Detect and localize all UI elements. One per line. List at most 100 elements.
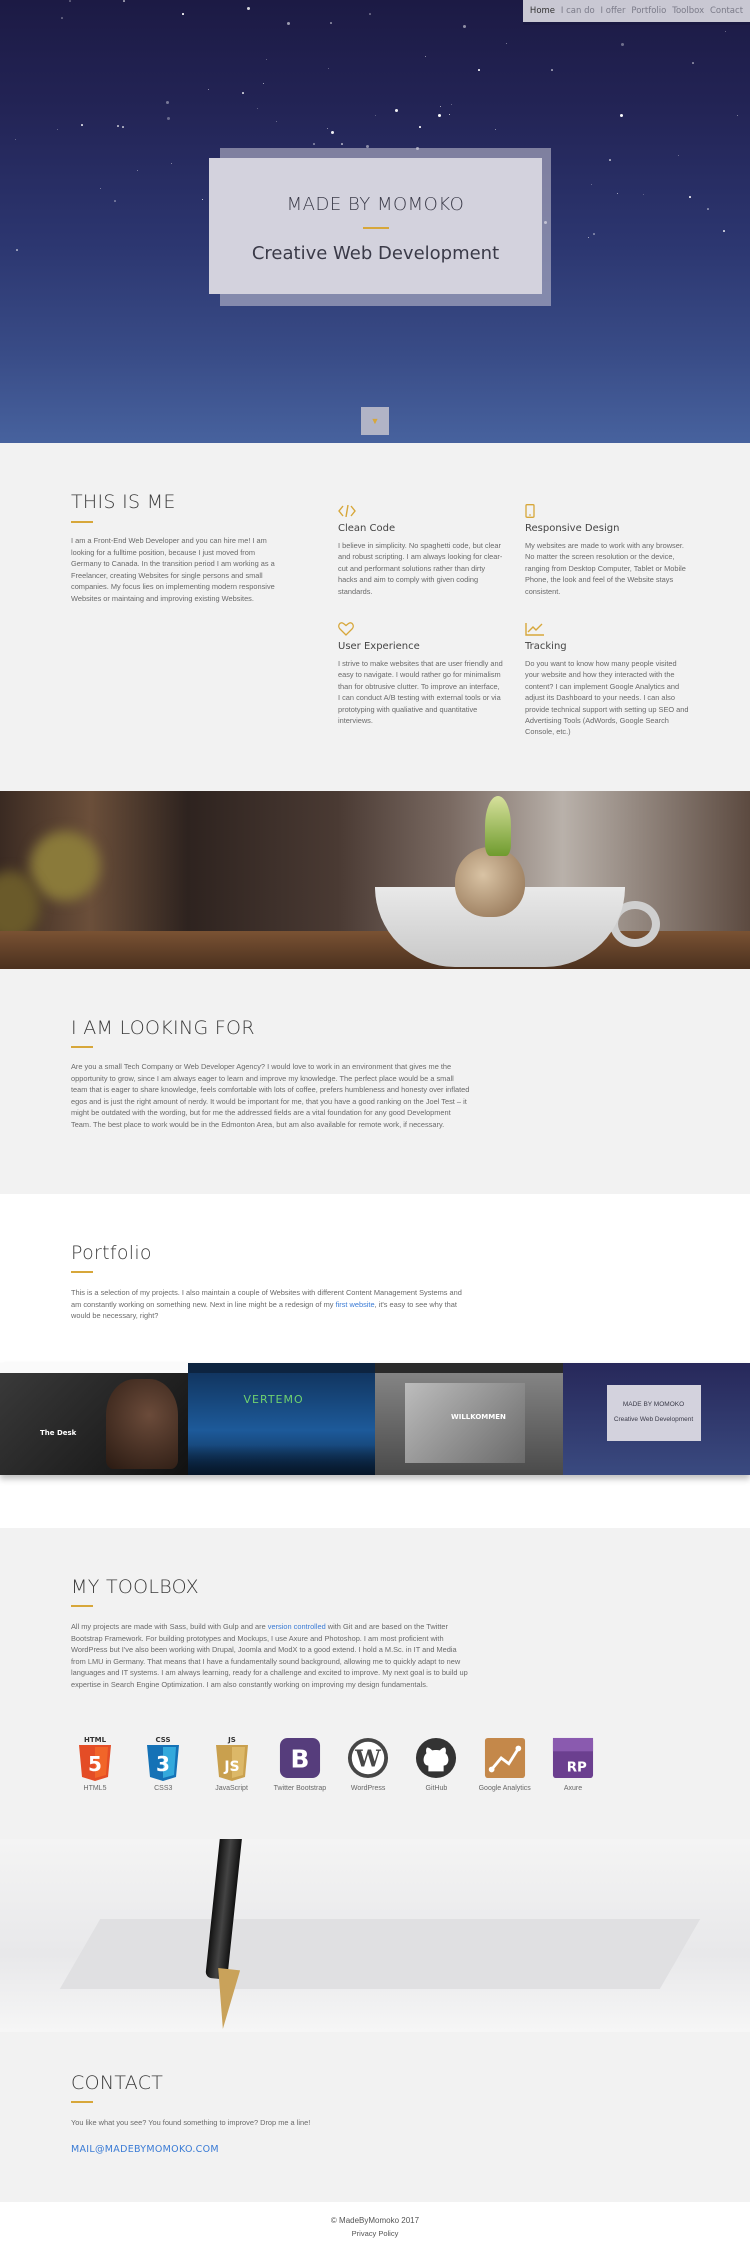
version-controlled-link[interactable]: version controlled <box>268 1622 326 1631</box>
shot-crowd <box>187 1445 375 1475</box>
feature-title: Clean Code <box>338 523 396 534</box>
footer: © MadeByMomoko 2017 Privacy Policy <box>0 2202 750 2249</box>
tool-name: JavaScript <box>215 1785 248 1792</box>
looking-heading: I AM LOOKING FOR <box>71 1017 255 1039</box>
star <box>276 121 277 122</box>
nav-portfolio[interactable]: Portfolio <box>631 6 666 16</box>
nav-contact[interactable]: Contact <box>710 6 743 16</box>
portfolio-shot-made-by-momoko[interactable]: MADE BY MOMOKO Creative Web Development <box>562 1363 750 1475</box>
svg-text:B: B <box>290 1745 309 1774</box>
plant-sprout <box>485 796 511 856</box>
svg-text:5: 5 <box>88 1752 102 1776</box>
shot-navbar <box>0 1363 188 1373</box>
github-icon <box>415 1735 457 1781</box>
pen-nib <box>211 1968 241 2030</box>
star <box>167 117 170 120</box>
contact-heading: CONTACT <box>71 2072 164 2094</box>
mobile-icon <box>525 503 690 519</box>
star <box>463 25 466 28</box>
tool-name: Google Analytics <box>478 1785 531 1792</box>
portfolio-shot-vertemo[interactable]: VERTEMO <box>187 1363 375 1475</box>
plant-photo <box>0 791 750 969</box>
star <box>621 43 624 46</box>
first-website-link[interactable]: first website <box>336 1300 375 1309</box>
about-text: I am a Front-End Web Developer and you c… <box>71 536 275 603</box>
wordpress-icon: W <box>347 1735 389 1781</box>
feature-tracking: Tracking Do you want to know how many pe… <box>525 621 690 738</box>
tool-google-analytics: Google Analytics <box>474 1735 536 1795</box>
star <box>506 43 507 44</box>
feature-clean-code: Clean Code I believe in simplicity. No s… <box>338 503 503 597</box>
star <box>313 143 315 145</box>
hero-section: MADE BY MOMOKO Creative Web Development … <box>0 0 750 443</box>
svg-text:JS: JS <box>227 1736 236 1744</box>
tool-name: HTML5 <box>83 1785 107 1792</box>
chevron-down-icon: ▼ <box>370 416 380 426</box>
privacy-policy-link[interactable]: Privacy Policy <box>0 2229 750 2238</box>
pen-photo <box>0 1839 750 2032</box>
star <box>16 249 18 251</box>
portfolio-shot-willkommen[interactable]: WILLKOMMEN <box>375 1363 563 1475</box>
feature-text: Do you want to know how many people visi… <box>525 659 689 737</box>
star <box>331 131 334 134</box>
tool-axure: RP Axure <box>542 1735 604 1795</box>
shot-navbar <box>375 1363 563 1373</box>
contact-heading-underline <box>71 2101 93 2103</box>
contact-text: You like what you see? You found somethi… <box>71 2118 311 2127</box>
javascript-icon: JS JS <box>211 1735 253 1781</box>
shot-subtitle: Creative Web Development <box>613 1416 694 1423</box>
nav-i-can-do[interactable]: I can do <box>561 6 595 16</box>
hero-box: MADE BY MOMOKO Creative Web Development <box>209 158 542 294</box>
star <box>117 125 119 127</box>
star <box>591 184 592 185</box>
shot-label: The Desk <box>40 1429 77 1437</box>
tool-name: CSS3 <box>154 1785 173 1792</box>
looking-heading-underline <box>71 1046 93 1048</box>
portfolio-section: Portfolio This is a selection of my proj… <box>0 1194 750 1528</box>
star <box>15 139 16 140</box>
star <box>375 115 376 116</box>
toolbox-text: All my projects are made with Sass, buil… <box>71 1621 471 1691</box>
svg-text:3: 3 <box>156 1752 170 1776</box>
bootstrap-icon: B <box>279 1735 321 1781</box>
tool-name: GitHub <box>425 1785 448 1792</box>
feature-user-experience: User Experience I strive to make website… <box>338 621 503 726</box>
star <box>247 7 250 10</box>
star <box>208 89 209 90</box>
star <box>341 143 343 145</box>
svg-text:JS: JS <box>223 1759 239 1775</box>
axure-icon: RP <box>552 1735 594 1781</box>
nav-toolbox[interactable]: Toolbox <box>672 6 704 16</box>
css3-icon: CSS 3 <box>142 1735 184 1781</box>
star <box>588 237 589 238</box>
tool-name: Twitter Bootstrap <box>273 1785 327 1792</box>
feature-responsive-design: Responsive Design My websites are made t… <box>525 503 690 597</box>
star <box>617 193 618 194</box>
shot-label: WILLKOMMEN <box>451 1413 506 1421</box>
star <box>266 59 267 60</box>
star <box>171 163 172 164</box>
shot-title: MADE BY MOMOKO <box>622 1401 685 1408</box>
svg-text:RP: RP <box>567 1760 587 1775</box>
portfolio-text: This is a selection of my projects. I al… <box>71 1287 471 1322</box>
nav-home[interactable]: Home <box>530 6 555 16</box>
star <box>707 208 709 210</box>
star <box>609 159 611 161</box>
scroll-down-button[interactable]: ▼ <box>361 407 389 435</box>
star <box>242 92 244 94</box>
portfolio-shot-the-desk[interactable]: The Desk <box>0 1363 188 1475</box>
star <box>57 129 58 130</box>
blurred-ornament <box>30 831 100 901</box>
star <box>725 31 726 32</box>
star <box>123 0 125 2</box>
star <box>263 83 264 84</box>
star <box>69 0 71 2</box>
star <box>202 199 203 200</box>
contact-section: CONTACT You like what you see? You found… <box>0 2032 750 2202</box>
star <box>678 155 679 156</box>
nav-i-offer[interactable]: I offer <box>601 6 626 16</box>
star <box>137 170 138 171</box>
about-section: THIS IS ME I am a Front-End Web Develope… <box>0 443 750 791</box>
email-link[interactable]: MAIL@MADEBYMOMOKO.COM <box>71 2144 219 2155</box>
toolbox-heading-underline <box>71 1605 93 1607</box>
